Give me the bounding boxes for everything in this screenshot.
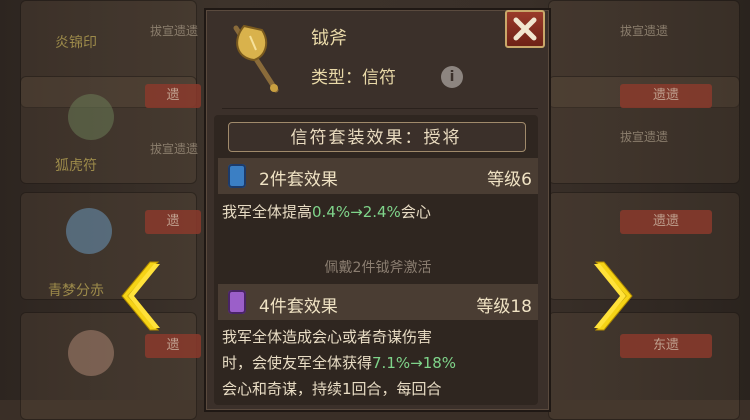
item-name: 钺斧: [311, 28, 347, 49]
info-icon[interactable]: i: [441, 66, 463, 88]
bg-tag: 遗: [145, 334, 201, 358]
bg-name: 炎锦印: [55, 35, 97, 51]
bg-tag: 东遗: [620, 334, 712, 358]
set4-level: 等级18: [476, 297, 532, 317]
bg-card: [548, 192, 740, 300]
item-type: 类型：信符: [311, 68, 396, 88]
bg-item-icon: [68, 94, 114, 140]
bg-name: 青梦分赤: [48, 283, 104, 299]
prev-arrow-icon[interactable]: [120, 258, 164, 334]
blue-gem-icon: [228, 164, 246, 188]
bg-tag: 遗遗: [620, 84, 712, 108]
bg-desc: 拔宣遗遗: [150, 24, 199, 38]
bg-tag: 遗遗: [620, 210, 712, 234]
bg-name: 狐虎符: [55, 158, 97, 174]
set4-description-line3: 会心和奇谋，持续1回合，每回合: [222, 380, 442, 398]
next-arrow-icon[interactable]: [590, 258, 634, 334]
bg-tag: 遗: [145, 210, 201, 234]
divider: [222, 108, 538, 109]
bg-tag: 遗: [145, 84, 201, 108]
activation-hint: 佩戴2件钺斧激活: [324, 260, 432, 276]
close-icon: [513, 17, 537, 41]
set2-description: 我军全体提高0.4%→2.4%会心: [222, 203, 431, 221]
bg-desc: 拔宣遗遗: [620, 24, 669, 38]
close-button[interactable]: [505, 10, 545, 48]
bg-desc: 拔宣遗遗: [150, 142, 199, 156]
bg-card: [20, 192, 197, 300]
set-banner-title: 信符套装效果：授将: [290, 128, 462, 148]
set4-label: 4件套效果: [259, 297, 338, 317]
set2-level: 等级6: [487, 170, 532, 190]
bg-item-icon: [68, 330, 114, 376]
bg-item-icon: [66, 208, 112, 254]
axe-icon: [233, 24, 279, 93]
set2-label: 2件套效果: [259, 170, 338, 190]
set4-description-line1: 我军全体造成会心或者奇谋伤害: [222, 328, 433, 346]
bg-desc: 拔宣遗遗: [620, 130, 669, 144]
bg-card: [548, 312, 740, 420]
set4-description-line2: 时，会使友军全体获得7.1%→18%: [222, 354, 457, 372]
purple-gem-icon: [228, 290, 246, 314]
